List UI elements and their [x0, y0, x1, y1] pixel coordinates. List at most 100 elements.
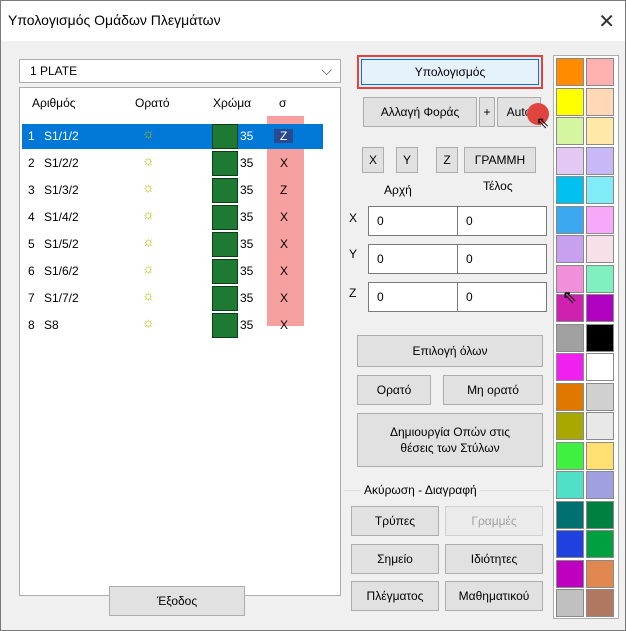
create-holes-button[interactable]: Δημιουργία Οπών στις θέσεις των Στύλων [357, 413, 543, 467]
palette-swatch[interactable] [586, 530, 614, 558]
list-row[interactable]: 5 S1/5/2 ☼ 35 X [22, 232, 340, 257]
calculate-button[interactable]: Υπολογισμός [357, 55, 543, 89]
row-axis: X [280, 264, 289, 278]
palette-swatch[interactable] [586, 412, 614, 440]
palette-swatch[interactable] [586, 176, 614, 204]
y-end-value: 0 [466, 252, 473, 266]
palette-swatch[interactable] [556, 589, 584, 617]
mesh-group-list[interactable]: Αριθμός Ορατό Χρώμα σ 1 S1/1/2 ☼ 35 Z 2 S1/2/2… [19, 87, 341, 596]
visible-button[interactable]: Ορατό [357, 375, 431, 405]
plus-button[interactable]: + [479, 97, 495, 127]
close-icon[interactable]: ✕ [598, 9, 615, 34]
row-axis: X [280, 318, 289, 332]
sun-icon[interactable]: ☼ [142, 233, 155, 249]
plate-select[interactable]: 1 PLATE ⌵ [19, 59, 341, 83]
list-row[interactable]: 6 S1/6/2 ☼ 35 X [22, 259, 340, 284]
palette-swatch[interactable] [556, 87, 584, 116]
palette-swatch[interactable] [586, 58, 614, 86]
palette-swatch[interactable] [556, 353, 584, 381]
create-holes-label-line1: Δημιουργία Οπών στις [389, 425, 510, 439]
palette-swatch[interactable] [556, 117, 584, 145]
dialog-window: Υπολογισμός Ομάδων Πλεγμάτων ✕ 1 PLATE ⌵… [0, 0, 626, 631]
y-button[interactable]: Y [396, 147, 418, 173]
palette-swatch[interactable] [556, 530, 584, 558]
palette-swatch[interactable] [586, 146, 614, 175]
row-width: 35 [240, 264, 254, 278]
sun-icon[interactable]: ☼ [142, 179, 155, 195]
palette-swatch[interactable] [586, 353, 614, 381]
sun-icon[interactable]: ☼ [142, 260, 155, 276]
color-swatch[interactable] [212, 286, 238, 311]
math-button[interactable]: Μαθηματικού [445, 581, 543, 611]
sun-icon[interactable]: ☼ [142, 206, 155, 222]
palette-swatch[interactable] [586, 500, 614, 529]
sun-icon[interactable]: ☼ [142, 125, 155, 141]
palette-swatch[interactable] [556, 382, 584, 411]
palette-swatch[interactable] [586, 235, 614, 263]
exit-button[interactable]: Έξοδος [109, 586, 245, 616]
color-swatch[interactable] [212, 259, 238, 284]
z-end-field[interactable]: 0 [457, 282, 547, 312]
palette-swatch[interactable] [586, 117, 614, 145]
palette-swatch[interactable] [586, 559, 614, 588]
y-end-field[interactable]: 0 [457, 244, 547, 274]
sun-icon[interactable]: ☼ [142, 287, 155, 303]
list-row[interactable]: 1 S1/1/2 ☼ 35 Z [22, 124, 340, 149]
palette-swatch[interactable] [556, 559, 584, 588]
start-label: Αρχή [384, 183, 412, 197]
color-swatch[interactable] [212, 205, 238, 230]
color-swatch[interactable] [212, 178, 238, 203]
row-width: 35 [240, 156, 254, 170]
x-start-field[interactable]: 0 [368, 206, 458, 236]
palette-swatch[interactable] [556, 176, 584, 204]
holes-button[interactable]: Τρύπες [351, 506, 439, 536]
list-row[interactable]: 2 S1/2/2 ☼ 35 X [22, 151, 340, 176]
palette-swatch[interactable] [556, 235, 584, 263]
color-swatch[interactable] [212, 313, 238, 338]
color-swatch[interactable] [212, 124, 238, 149]
row-width: 35 [240, 129, 254, 143]
x-end-field[interactable]: 0 [457, 206, 547, 236]
palette-swatch[interactable] [556, 471, 584, 499]
not-visible-button[interactable]: Μη ορατό [443, 375, 543, 405]
palette-swatch[interactable] [586, 589, 614, 617]
palette-swatch[interactable] [586, 264, 614, 293]
x-start-value: 0 [377, 214, 384, 228]
sun-icon[interactable]: ☼ [142, 314, 155, 330]
meshes-button[interactable]: Πλέγματος [351, 581, 439, 611]
palette-swatch[interactable] [556, 205, 584, 234]
list-row[interactable]: 3 S1/3/2 ☼ 35 Z [22, 178, 340, 203]
palette-swatch[interactable] [556, 146, 584, 175]
color-swatch[interactable] [212, 151, 238, 176]
palette-swatch[interactable] [586, 205, 614, 234]
palette-swatch[interactable] [586, 441, 614, 470]
x-button[interactable]: X [362, 147, 384, 173]
palette-swatch[interactable] [556, 412, 584, 440]
palette-swatch[interactable] [586, 471, 614, 499]
point-button[interactable]: Σημείο [351, 544, 439, 574]
color-swatch[interactable] [212, 232, 238, 257]
properties-button[interactable]: Ιδιότητες [445, 544, 543, 574]
palette-swatch[interactable] [586, 323, 614, 352]
change-direction-button[interactable]: Αλλαγή Φοράς [363, 97, 477, 127]
row-width: 35 [240, 183, 254, 197]
sun-icon[interactable]: ☼ [142, 152, 155, 168]
palette-swatch[interactable] [586, 294, 614, 322]
plate-select-value: 1 PLATE [30, 64, 78, 78]
palette-swatch[interactable] [556, 500, 584, 529]
list-row[interactable]: 4 S1/4/2 ☼ 35 X [22, 205, 340, 230]
palette-swatch[interactable] [556, 441, 584, 470]
row-name: S1/5/2 [44, 237, 79, 251]
list-row[interactable]: 8 S8 ☼ 35 X [22, 313, 340, 338]
y-start-field[interactable]: 0 [368, 244, 458, 274]
palette-swatch[interactable] [586, 382, 614, 411]
palette-swatch[interactable] [586, 87, 614, 116]
select-all-button[interactable]: Επιλογή όλων [357, 335, 543, 367]
palette-swatch[interactable] [556, 323, 584, 352]
palette-swatch[interactable] [556, 58, 584, 86]
z-button[interactable]: Z [436, 147, 458, 173]
z-start-field[interactable]: 0 [368, 282, 458, 312]
row-number: 8 [28, 318, 35, 332]
line-button[interactable]: ΓΡΑΜΜΗ [464, 147, 536, 173]
list-row[interactable]: 7 S1/7/2 ☼ 35 X [22, 286, 340, 311]
